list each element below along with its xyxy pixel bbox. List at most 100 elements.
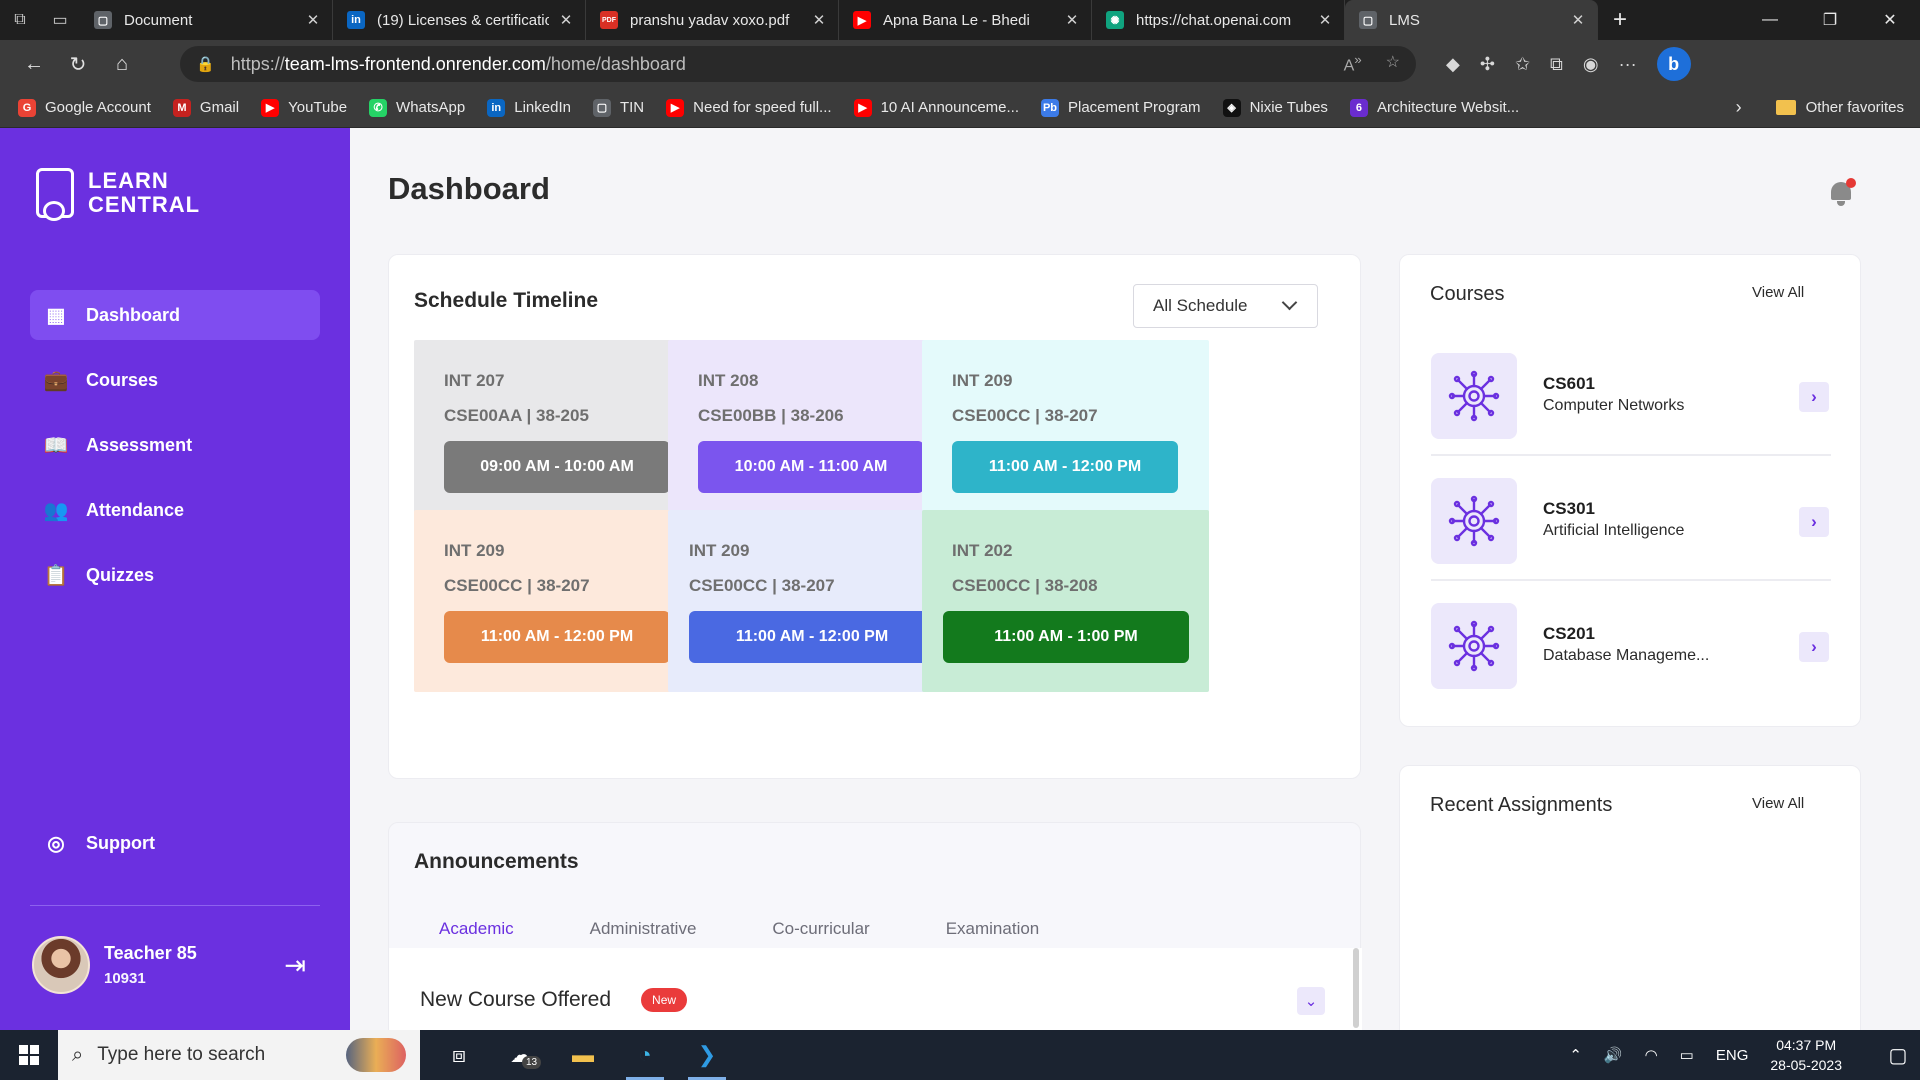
- bookmark-label: Nixie Tubes: [1249, 99, 1328, 116]
- browser-tab[interactable]: ▢ LMS ✕: [1345, 0, 1598, 40]
- workspaces-icon[interactable]: ⧉: [0, 0, 40, 40]
- slot-time-badge[interactable]: 11:00 AM - 12:00 PM: [952, 441, 1178, 493]
- app-logo[interactable]: LEARN CENTRAL: [36, 168, 201, 221]
- bookmark-item[interactable]: ▢ TIN: [592, 98, 644, 117]
- close-window-icon[interactable]: ✕: [1860, 0, 1920, 40]
- schedule-filter-dropdown[interactable]: All Schedule: [1133, 284, 1318, 328]
- profile-icon[interactable]: ◉: [1583, 54, 1599, 75]
- slot-room: CSE00CC | 38-207: [444, 576, 590, 595]
- sidebar-item-quizzes[interactable]: 📋 Quizzes: [30, 550, 320, 600]
- home-icon[interactable]: ⌂: [100, 40, 144, 88]
- lock-icon[interactable]: 🔒: [196, 55, 215, 73]
- browser-tab[interactable]: PDF pranshu yadav xoxo.pdf ✕: [586, 0, 839, 40]
- battery-icon[interactable]: ▭: [1680, 1046, 1694, 1064]
- close-tab-icon[interactable]: ✕: [557, 11, 575, 29]
- sidebar-item-dashboard[interactable]: ▦ Dashboard: [30, 290, 320, 340]
- course-item[interactable]: CS201 Database Manageme... ›: [1431, 603, 1831, 689]
- collections-icon[interactable]: ⧉: [1550, 54, 1563, 75]
- back-icon[interactable]: ←: [12, 40, 56, 88]
- schedule-slot[interactable]: INT 209 CSE00CC | 38-207 11:00 AM - 12:00 …: [922, 340, 1209, 522]
- courses-view-all-link[interactable]: View All: [1752, 284, 1804, 301]
- course-item[interactable]: CS301 Artificial Intelligence ›: [1431, 478, 1831, 564]
- file-explorer-icon[interactable]: ▬: [552, 1030, 614, 1080]
- sidebar-item-support[interactable]: ◎ Support: [30, 818, 320, 868]
- bookmark-item[interactable]: G Google Account: [18, 98, 151, 117]
- slot-time-badge[interactable]: 09:00 AM - 10:00 AM: [444, 441, 670, 493]
- url-field[interactable]: 🔒 https://team-lms-frontend.onrender.com…: [180, 46, 1416, 82]
- chevron-right-icon[interactable]: ›: [1799, 632, 1829, 662]
- taskbar-search[interactable]: ⌕ Type here to search: [58, 1030, 420, 1080]
- slot-time-badge[interactable]: 11:00 AM - 1:00 PM: [943, 611, 1189, 663]
- browser-tab[interactable]: ▢ Document ✕: [80, 0, 333, 40]
- more-menu-icon[interactable]: ···: [1619, 54, 1637, 75]
- extension-icon[interactable]: ◆: [1446, 54, 1460, 75]
- circuit-chip-icon: [1431, 478, 1517, 564]
- favorites-icon[interactable]: ✩: [1515, 54, 1530, 75]
- task-view-icon[interactable]: ⧈: [428, 1030, 490, 1080]
- close-tab-icon[interactable]: ✕: [304, 11, 322, 29]
- app-icon-with-badge[interactable]: ☁ 13: [490, 1030, 552, 1080]
- edge-browser-icon[interactable]: ◔: [614, 1030, 676, 1080]
- bookmark-item[interactable]: ▶ 10 AI Announceme...: [853, 98, 1019, 117]
- restore-icon[interactable]: ❐: [1800, 0, 1860, 40]
- minimize-icon[interactable]: —: [1740, 0, 1800, 40]
- bookmark-item[interactable]: ▶ Need for speed full...: [666, 98, 832, 117]
- avatar[interactable]: [32, 936, 90, 994]
- bookmark-item[interactable]: ▶ YouTube: [261, 98, 347, 117]
- slot-time-badge[interactable]: 10:00 AM - 11:00 AM: [698, 441, 924, 493]
- close-tab-icon[interactable]: ✕: [810, 11, 828, 29]
- schedule-slot[interactable]: INT 202 CSE00CC | 38-208 11:00 AM - 1:00 P…: [922, 510, 1209, 692]
- bookmark-item[interactable]: 6 Architecture Websit...: [1349, 98, 1519, 117]
- wifi-icon[interactable]: ◠: [1645, 1046, 1658, 1064]
- clock[interactable]: 04:37 PM 28-05-2023: [1770, 1035, 1842, 1075]
- bookmark-item[interactable]: M Gmail: [172, 98, 239, 117]
- bookmark-item[interactable]: ✆ WhatsApp: [369, 98, 465, 117]
- bing-icon[interactable]: b: [1656, 47, 1691, 81]
- sidebar-item-assessment[interactable]: 📖 Assessment: [30, 420, 320, 470]
- hidden-icons-chevron-icon[interactable]: ⌃: [1569, 1046, 1582, 1064]
- assignments-view-all-link[interactable]: View All: [1752, 795, 1804, 812]
- close-tab-icon[interactable]: ✕: [1316, 11, 1334, 29]
- refresh-icon[interactable]: ↻: [56, 40, 100, 88]
- schedule-slot[interactable]: INT 208 CSE00BB | 38-206 10:00 AM - 11:00 …: [668, 340, 955, 522]
- chevron-down-icon: [1281, 294, 1298, 311]
- bookmark-item[interactable]: ◈ Nixie Tubes: [1222, 98, 1328, 117]
- bookmark-item[interactable]: in LinkedIn: [487, 98, 571, 117]
- logo-line-2: CENTRAL: [88, 192, 201, 217]
- browser-tab[interactable]: ▶ Apna Bana Le - Bhedi ✕: [839, 0, 1092, 40]
- announcement-scrollbar[interactable]: [1353, 948, 1359, 1028]
- bookmarks-overflow-icon[interactable]: ›: [1736, 97, 1742, 118]
- course-item[interactable]: CS601 Computer Networks ›: [1431, 353, 1831, 439]
- sidebar-item-courses[interactable]: 💼 Courses: [30, 355, 320, 405]
- other-favorites[interactable]: Other favorites: [1806, 99, 1904, 116]
- browser-tab[interactable]: ✺ https://chat.openai.com ✕: [1092, 0, 1345, 40]
- schedule-slot[interactable]: INT 209 CSE00CC | 38-207 11:00 AM - 12:00 …: [668, 510, 955, 692]
- start-button[interactable]: [0, 1030, 58, 1080]
- new-tab-button[interactable]: +: [1598, 0, 1642, 40]
- browser-tab[interactable]: in (19) Licenses & certification ✕: [333, 0, 586, 40]
- slot-time-badge[interactable]: 11:00 AM - 12:00 PM: [444, 611, 670, 663]
- notification-bell-icon[interactable]: [1829, 178, 1856, 206]
- announcement-item[interactable]: New Course Offered New: [420, 988, 688, 1012]
- schedule-slot[interactable]: INT 207 CSE00AA | 38-205 09:00 AM - 10:00 …: [414, 340, 701, 522]
- expand-chevron-icon[interactable]: ⌄: [1297, 987, 1325, 1015]
- schedule-slot[interactable]: INT 209 CSE00CC | 38-207 11:00 AM - 12:00 …: [414, 510, 701, 692]
- sidebar-item-attendance[interactable]: 👥 Attendance: [30, 485, 320, 535]
- windows-taskbar: ⌕ Type here to search ⧈ ☁ 13 ▬ ◔ ❯ ⌃ 🔊 ◠ …: [0, 1030, 1920, 1080]
- extensions-puzzle-icon[interactable]: ✣: [1480, 54, 1495, 75]
- add-favorite-icon[interactable]: ☆: [1386, 52, 1400, 75]
- chevron-right-icon[interactable]: ›: [1799, 507, 1829, 537]
- notification-center-icon[interactable]: ▢: [1876, 1043, 1920, 1068]
- volume-icon[interactable]: 🔊: [1604, 1046, 1623, 1064]
- tab-actions-icon[interactable]: ▭: [40, 0, 80, 40]
- language-indicator[interactable]: ENG: [1716, 1047, 1749, 1064]
- close-tab-icon[interactable]: ✕: [1569, 11, 1587, 29]
- page-icon: ▢: [592, 98, 611, 117]
- vscode-icon[interactable]: ❯: [676, 1030, 738, 1080]
- read-aloud-icon[interactable]: A»: [1344, 52, 1362, 75]
- chevron-right-icon[interactable]: ›: [1799, 382, 1829, 412]
- close-tab-icon[interactable]: ✕: [1063, 11, 1081, 29]
- slot-time-badge[interactable]: 11:00 AM - 12:00 PM: [689, 611, 935, 663]
- bookmark-item[interactable]: Pb Placement Program: [1041, 98, 1201, 117]
- logout-icon[interactable]: ⇥: [284, 950, 306, 981]
